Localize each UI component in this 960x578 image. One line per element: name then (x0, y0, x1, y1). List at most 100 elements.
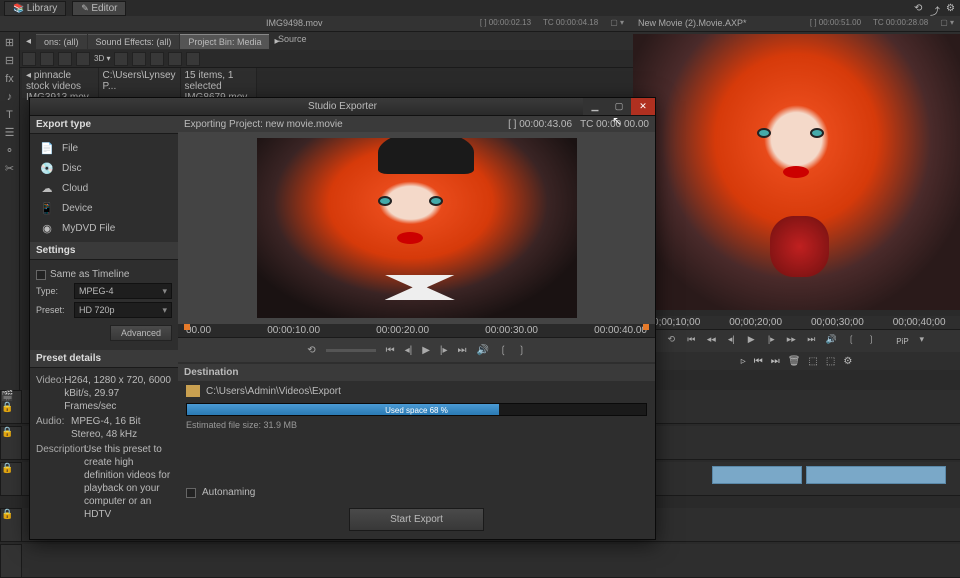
export-icon[interactable]: ⤴ (930, 3, 940, 13)
export-type-header: Export type (30, 116, 178, 134)
gear-icon[interactable]: ⚙ (843, 356, 852, 367)
destination-panel: Destination C:\Users\Admin\Videos\Export… (178, 362, 655, 539)
volume-icon[interactable]: 🔊 (824, 334, 838, 348)
sidebar-razor-icon[interactable]: ✂ (3, 162, 17, 176)
next-frame-icon[interactable]: |▸ (440, 345, 448, 356)
filter-tab-projectbin[interactable]: Project Bin: Media (180, 34, 269, 49)
export-tc: TC 00:00 00.00 (580, 119, 649, 130)
next-frame-icon[interactable]: |▸ (764, 334, 778, 348)
advanced-button[interactable]: Advanced (110, 325, 172, 341)
mark-in-icon[interactable]: ❲ (499, 345, 507, 356)
tool-icon[interactable] (40, 52, 54, 66)
play-icon[interactable]: ▶ (744, 334, 758, 348)
edit-icon[interactable]: ⏭ (771, 356, 780, 367)
prev-frame-icon[interactable]: ◂| (405, 345, 413, 356)
rewind-icon[interactable]: ⏮ (386, 345, 395, 356)
source-dropdown-icon[interactable]: ▢ ▾ (604, 16, 630, 31)
export-type-file[interactable]: 📄File (30, 138, 178, 158)
browser-nav[interactable]: ◂ pinnacle stock videosIMG3913.mov (22, 68, 99, 98)
video-track[interactable] (22, 544, 960, 578)
sidebar-icon[interactable]: ⊟ (3, 54, 17, 68)
tool-icon[interactable] (132, 52, 146, 66)
edit-icon[interactable]: ⬚ (808, 356, 817, 367)
dialog-titlebar[interactable]: Studio Exporter ▁ ▢ ✕ (30, 98, 655, 116)
step-back-icon[interactable]: ◂◂ (704, 334, 718, 348)
end-icon[interactable]: ⏭ (458, 345, 467, 356)
tool-icon[interactable] (186, 52, 200, 66)
sidebar-audio-icon[interactable]: ♪ (3, 90, 17, 104)
edit-icon[interactable]: ⏮ (754, 356, 763, 367)
dialog-title: Studio Exporter (308, 101, 377, 112)
tool-icon[interactable] (150, 52, 164, 66)
loop-icon[interactable]: ⟲ (664, 334, 678, 348)
tool-3d[interactable]: 3D ▾ (94, 54, 110, 63)
export-type-disc[interactable]: 💿Disc (30, 158, 178, 178)
out-marker-icon[interactable] (643, 324, 649, 330)
preview-ruler[interactable]: 00.0000:00:10.0000:00:20.0000:00:30.0000… (178, 324, 655, 338)
library-button[interactable]: 📚 Library (4, 1, 66, 16)
sidebar-title-icon[interactable]: T (3, 108, 17, 122)
sidebar-icon[interactable]: ☰ (3, 126, 17, 140)
in-marker-icon[interactable] (184, 324, 190, 330)
play-icon[interactable]: ▶ (422, 345, 430, 356)
tool-icon[interactable] (76, 52, 90, 66)
filter-tab-soundfx[interactable]: Sound Effects: (all) (88, 34, 180, 49)
track-header[interactable]: 🔒 (0, 508, 22, 542)
source-tc: TC 00:00:04.18 (537, 16, 604, 31)
sidebar-icon[interactable]: ⚬ (3, 144, 17, 158)
track-header[interactable]: 🎬🔒 (0, 390, 22, 424)
export-type-device[interactable]: 📱Device (30, 198, 178, 218)
export-type-cloud[interactable]: ☁Cloud (30, 178, 178, 198)
track-header[interactable]: 🔒 (0, 462, 22, 496)
mark-out-icon[interactable]: ❳ (864, 334, 878, 348)
tool-icon[interactable] (114, 52, 128, 66)
timeline-tab[interactable]: New Movie (2).Movie.AXP* (630, 16, 755, 31)
sidebar-fx-icon[interactable]: fx (3, 72, 17, 86)
pip-label[interactable]: PiP (896, 337, 908, 346)
edit-icon[interactable]: ▹ (741, 356, 746, 367)
clip[interactable] (806, 466, 946, 484)
prev-frame-icon[interactable]: ◂| (724, 334, 738, 348)
filter-tab-transitions[interactable]: ons: (all) (36, 34, 87, 49)
timeline-ruler[interactable]: 00;00;10;0000;00;20;0000;00;30;0000;00;4… (633, 316, 960, 330)
settings-icon[interactable]: ⚙ (946, 3, 956, 13)
track-header[interactable]: 🔒 (0, 426, 22, 460)
editor-button[interactable]: ✎ Editor (72, 1, 126, 16)
browser-path[interactable]: C:\Users\Lynsey P... (99, 68, 181, 98)
device-icon: 📱 (40, 201, 54, 215)
source-tab[interactable]: IMG9498.mov (258, 16, 331, 31)
autonaming-checkbox[interactable] (186, 488, 196, 498)
import-icon[interactable]: ⟲ (914, 3, 924, 13)
maximize-button[interactable]: ▢ (607, 98, 631, 115)
clip[interactable] (712, 466, 802, 484)
rewind-icon[interactable]: ⏮ (684, 334, 698, 348)
end-icon[interactable]: ⏭ (804, 334, 818, 348)
minimize-button[interactable]: ▁ (583, 98, 607, 115)
folder-icon[interactable] (186, 385, 200, 397)
tool-icon[interactable] (22, 52, 36, 66)
video-detail: H264, 1280 x 720, 6000 kBit/s, 29.97 Fra… (64, 374, 172, 413)
scrub-slider[interactable] (326, 349, 376, 352)
type-select[interactable]: MPEG-4 (74, 283, 172, 299)
timeline-dropdown-icon[interactable]: ▢ ▾ (934, 16, 960, 31)
same-as-timeline-checkbox[interactable] (36, 270, 46, 280)
edit-icon[interactable]: ⬚ (826, 356, 835, 367)
volume-icon[interactable]: 🔊 (477, 345, 489, 356)
tool-icon[interactable] (58, 52, 72, 66)
file-icon: 📄 (40, 141, 54, 155)
step-fwd-icon[interactable]: ▸▸ (784, 334, 798, 348)
filter-prev-icon[interactable]: ◂ (22, 36, 35, 47)
sidebar-icon[interactable]: ⊞ (3, 36, 17, 50)
preset-select[interactable]: HD 720p (74, 302, 172, 318)
close-button[interactable]: ✕ (631, 98, 655, 115)
track-header[interactable] (0, 544, 22, 578)
mark-in-icon[interactable]: ❲ (844, 334, 858, 348)
export-type-mydvd[interactable]: ◉MyDVD File (30, 218, 178, 238)
start-export-button[interactable]: Start Export (349, 508, 484, 531)
trash-icon[interactable]: 🗑 (788, 356, 801, 367)
loop-icon[interactable]: ⟲ (307, 345, 315, 356)
tool-icon[interactable] (168, 52, 182, 66)
pip-dropdown-icon[interactable]: ▾ (915, 334, 929, 348)
timeline-pos: [ ] 00:00:51.00 (804, 16, 867, 31)
mark-out-icon[interactable]: ❳ (517, 345, 525, 356)
